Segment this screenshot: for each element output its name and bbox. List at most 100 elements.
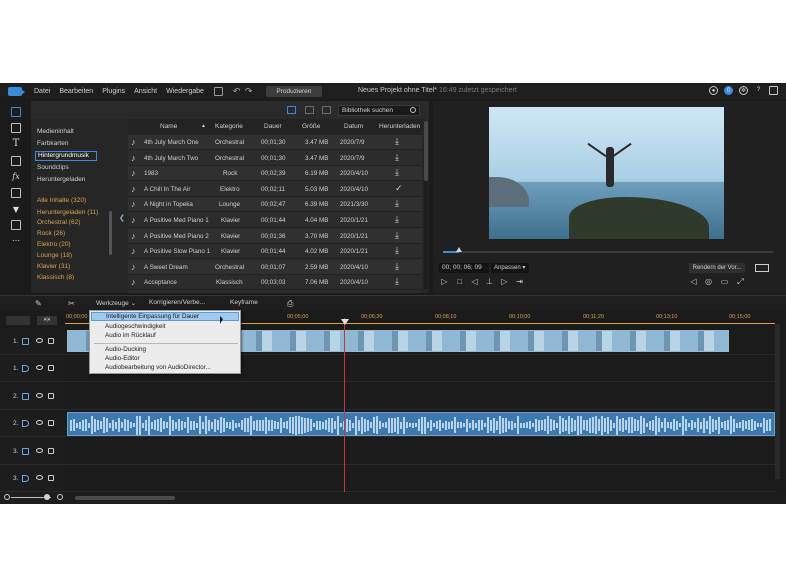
download-icon[interactable]: ⤓ <box>395 261 399 272</box>
lock-icon[interactable] <box>48 420 54 426</box>
scissors-icon[interactable]: ✂ <box>68 299 78 308</box>
category-hintergrundmusik[interactable]: Hintergrundmusik <box>35 151 97 161</box>
menu-item-audio-reverse[interactable]: Audio im Rücklauf <box>91 331 239 340</box>
fit-dropdown[interactable]: Anpassen ▾ <box>491 263 529 273</box>
filter-heruntergeladen[interactable]: Heruntergeladen (11) <box>37 209 98 216</box>
keyframe-button[interactable]: Keyframe <box>230 299 258 306</box>
template-room-icon[interactable] <box>11 123 21 133</box>
category-farbkarten[interactable]: Farbkarten <box>37 140 68 147</box>
menu-item-audiodirector[interactable]: Audiobearbeitung von AudioDirector... <box>91 363 239 372</box>
render-preview-button[interactable]: Rendern der Vor... <box>689 263 745 273</box>
table-row[interactable]: ♪ A Positive Slow Piano 1 Klavier 00;01;44 4… <box>128 244 422 260</box>
match-icon[interactable]: ⏵|⏴ <box>37 316 57 325</box>
menu-item-fit-duration[interactable]: Intelligente Einpassung für Dauer <box>91 312 239 321</box>
table-row[interactable]: ♪ 4th July March One Orchestral 00;01;30 3.4… <box>128 135 422 150</box>
panel-toggle-icon[interactable] <box>769 86 778 95</box>
account-icon[interactable]: ● <box>709 86 718 95</box>
pip-room-icon[interactable] <box>11 188 21 198</box>
timeline-vertical-scrollbar[interactable] <box>775 324 780 479</box>
notification-badge[interactable]: 0 <box>724 86 733 95</box>
undock-icon[interactable]: ⤢ <box>736 277 745 286</box>
zoom-slider-knob[interactable] <box>44 494 50 500</box>
menu-item-audio-speed[interactable]: Audiogeschwindigkeit <box>91 322 239 331</box>
redo-icon[interactable]: ↷ <box>245 86 254 96</box>
download-icon[interactable]: ⤓ <box>395 198 399 209</box>
table-row[interactable]: ♪ A Sweet Dream Orchestral 00;01;07 2.59 MB 2… <box>128 259 422 275</box>
visibility-eye-icon[interactable] <box>36 338 43 343</box>
search-icon[interactable] <box>410 107 416 113</box>
display-mode-icon[interactable] <box>755 264 769 272</box>
filter-elektro[interactable]: Elektro (20) <box>37 241 71 248</box>
download-icon[interactable]: ⤓ <box>395 152 399 163</box>
visibility-eye-icon[interactable] <box>36 475 43 480</box>
menu-item-audio-editor[interactable]: Audio-Editor <box>91 354 239 363</box>
zoom-out-icon[interactable] <box>4 494 10 500</box>
menu-plugins[interactable]: Plugins <box>102 88 125 95</box>
menu-ansicht[interactable]: Ansicht <box>134 88 157 95</box>
library-scrollbar-thumb[interactable] <box>424 121 428 181</box>
transition-room-icon[interactable] <box>11 156 21 166</box>
produce-button[interactable]: Produzieren <box>265 85 322 97</box>
timeline-view-button[interactable] <box>6 316 30 325</box>
visibility-eye-icon[interactable] <box>36 393 43 398</box>
large-grid-view-icon[interactable] <box>322 106 331 114</box>
export-icon[interactable]: ⎙ <box>287 299 297 308</box>
media-room-icon[interactable] <box>11 107 21 117</box>
previous-frame-icon[interactable]: ◁ <box>470 277 479 286</box>
download-icon[interactable]: ⤓ <box>395 230 399 241</box>
sort-asc-icon[interactable]: ▲ <box>201 123 206 129</box>
library-search-input[interactable]: Bibliothek suchen <box>338 105 420 116</box>
grid-view-icon[interactable] <box>305 106 314 114</box>
category-scrollbar[interactable] <box>109 211 112 255</box>
preview-scrubber[interactable] <box>443 251 773 253</box>
table-row[interactable]: ♪ A Positive Med Piano 2 Klavier 00;01;36 3.… <box>128 228 422 244</box>
undo-icon[interactable]: ↶ <box>233 86 242 96</box>
download-icon[interactable]: ⤓ <box>395 245 399 256</box>
collapse-panel-chevron-icon[interactable]: ❮ <box>119 214 126 226</box>
lock-icon[interactable] <box>48 338 54 344</box>
visibility-eye-icon[interactable] <box>36 448 43 453</box>
lock-icon[interactable] <box>48 365 54 371</box>
snapshot-icon[interactable]: ◎ <box>704 277 713 286</box>
menu-bearbeiten[interactable]: Bearbeiten <box>59 88 93 95</box>
download-icon[interactable]: ⤓ <box>395 276 399 287</box>
table-row[interactable]: ♪ 4th July March Two Orchestral 00;01;30 3.4… <box>128 151 422 166</box>
filter-orchestral[interactable]: Orchestral (62) <box>37 219 80 226</box>
download-icon[interactable]: ⤓ <box>395 136 399 147</box>
col-name[interactable]: Name <box>160 123 177 130</box>
stop-icon[interactable]: □ <box>455 277 464 286</box>
timeline-horizontal-scrollbar[interactable] <box>75 496 175 500</box>
table-row[interactable]: ♪ A Night in Topeka Lounge 00;02;47 6.39 MB 2… <box>128 197 422 213</box>
menu-datei[interactable]: Datei <box>34 88 50 95</box>
table-row[interactable]: ♪ A Positive Med Piano 1 Klavier 00;01;44 4.… <box>128 213 422 228</box>
effect-room-icon[interactable]: fx <box>11 172 21 182</box>
storyboard-toggle-icon[interactable]: ✎ <box>35 299 45 308</box>
col-groesse[interactable]: Größe <box>302 123 320 130</box>
fast-forward-icon[interactable]: ⇥ <box>515 277 524 286</box>
category-medieninhalt[interactable]: Medieninhalt <box>37 128 74 135</box>
details-view-icon[interactable] <box>287 106 296 114</box>
audio-clip[interactable] <box>67 412 775 436</box>
menu-item-audio-ducking[interactable]: Audio-Ducking <box>91 345 239 354</box>
title-room-icon[interactable]: T <box>11 139 21 149</box>
volume-icon[interactable]: ◁ <box>689 277 698 286</box>
download-icon[interactable]: ⤓ <box>395 167 399 178</box>
fix-enhance-button[interactable]: Korrigieren/Verbe... <box>149 299 205 306</box>
tools-menu[interactable]: Werkzeuge ⌄ <box>96 299 136 307</box>
save-icon[interactable] <box>213 86 223 96</box>
category-heruntergeladen[interactable]: Heruntergeladen <box>37 176 85 183</box>
zoom-in-icon[interactable] <box>57 494 63 500</box>
col-datum[interactable]: Datum <box>344 123 363 130</box>
col-dauer[interactable]: Dauer <box>264 123 282 130</box>
menu-wiedergabe[interactable]: Wiedergabe <box>166 88 204 95</box>
table-row[interactable]: ♪ Acceptance Klassisch 00;03;03 7.06 MB 2020/… <box>128 275 422 291</box>
col-kategorie[interactable]: Kategorie <box>215 123 243 130</box>
lock-icon[interactable] <box>48 475 54 481</box>
play-icon[interactable]: ▷ <box>440 277 449 286</box>
settings-gear-icon[interactable]: ✲ <box>739 86 748 95</box>
visibility-eye-icon[interactable] <box>36 420 43 425</box>
lock-icon[interactable] <box>48 448 54 454</box>
lock-icon[interactable] <box>48 393 54 399</box>
download-icon[interactable]: ⤓ <box>395 214 399 225</box>
filter-lounge[interactable]: Lounge (18) <box>37 252 72 259</box>
